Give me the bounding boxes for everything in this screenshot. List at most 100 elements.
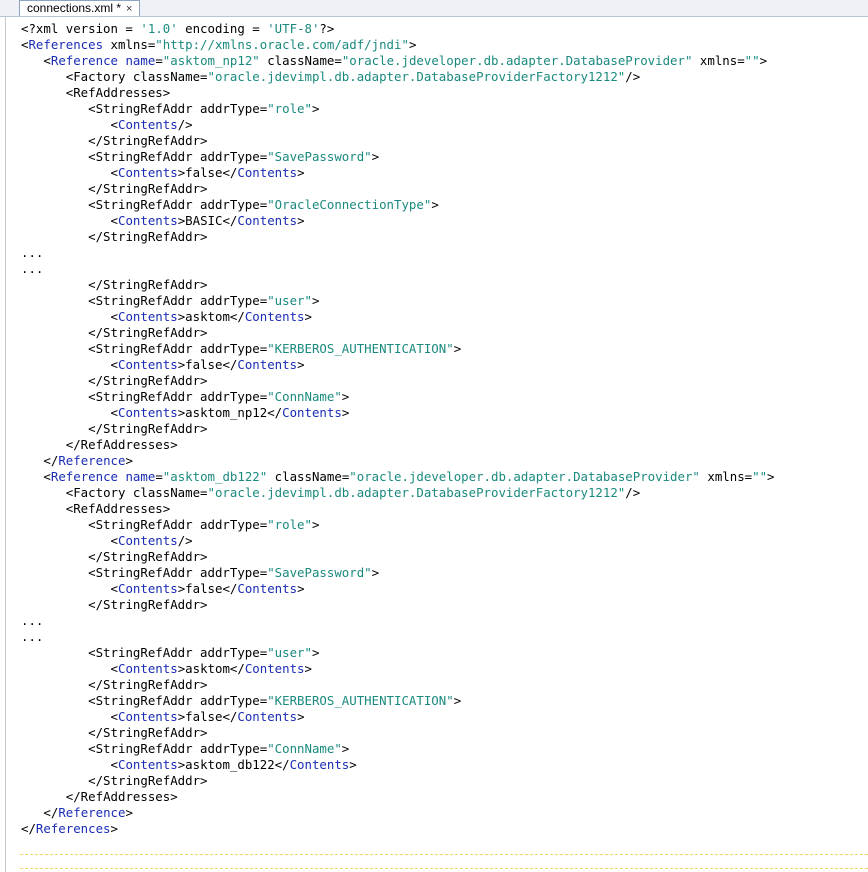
code-line: <Factory className="oracle.jdevimpl.db.a… [21,69,775,85]
xml-text: </StringRefAddr> [88,773,208,788]
xml-text: </RefAddresses> [65,437,178,452]
xml-text: </StringRefAddr> [88,181,208,196]
code-line: <StringRefAddr addrType="SavePassword"> [21,149,775,165]
xml-text: < [110,357,118,372]
xml-text: > [371,565,380,580]
xml-text: ... [21,261,44,276]
code-line: <Contents>false</Contents> [21,581,775,597]
code-line: <StringRefAddr addrType="SavePassword"> [21,565,775,581]
xml-text: < [110,757,118,772]
code-line: </StringRefAddr> [21,677,775,693]
xml-tag-name: Contents [118,357,178,372]
xml-text: </StringRefAddr> [88,597,208,612]
xml-text: > [311,517,320,532]
code-line: <StringRefAddr addrType="KERBEROS_AUTHEN… [21,693,775,709]
xml-text: < [110,661,118,676]
xml-text: </StringRefAddr> [88,421,208,436]
xml-tag-name: References [28,37,104,52]
xml-text: <?xml version = [21,21,141,36]
xml-attr-value: "http://xmlns.oracle.com/adf/jndi" [155,37,409,52]
xml-tag-name: References [35,821,111,836]
xml-text: xmlns= [699,469,753,484]
code-line: <Contents/> [21,117,775,133]
code-line: </StringRefAddr> [21,133,775,149]
xml-text: > [431,197,439,212]
xml-tag-name: Contents [118,709,178,724]
xml-attr-value: '1.0' [140,21,178,36]
code-line: <Contents/> [21,533,775,549]
xml-text: </StringRefAddr> [88,277,208,292]
xml-text: < [43,469,51,484]
code-line: <StringRefAddr addrType="ConnName"> [21,389,775,405]
xml-tag-name: Contents [237,213,298,228]
xml-text: < [110,709,118,724]
xml-text: > [297,709,305,724]
xml-text: > [341,389,350,404]
xml-text: <StringRefAddr addrType= [88,741,268,756]
xml-attr-value: "oracle.jdeveloper.db.adapter.DatabasePr… [341,53,693,68]
tab-connections-xml[interactable]: connections.xml * × [19,0,141,16]
code-editor[interactable]: <?xml version = '1.0' encoding = 'UTF-8'… [21,21,775,837]
xml-text: className= [259,53,342,68]
xml-tag-name: Contents [237,581,298,596]
xml-text: ... [21,613,44,628]
xml-attr-value: "SavePassword" [267,565,372,580]
xml-tag-name: Contents [237,357,298,372]
close-icon[interactable]: × [125,3,133,15]
code-line: <Contents>asktom_db122</Contents> [21,757,775,773]
xml-text: </ [43,805,59,820]
xml-attr-value: 'UTF-8' [267,21,320,36]
xml-text: > [759,53,768,68]
code-line: </StringRefAddr> [21,421,775,437]
xml-text: >false</ [177,165,238,180]
xml-text: <Factory className= [65,69,208,84]
xml-tag-name: Contents [237,165,298,180]
code-line: </StringRefAddr> [21,549,775,565]
xml-text: </StringRefAddr> [88,549,208,564]
xml-text: <StringRefAddr addrType= [88,517,268,532]
editor-tab-bar: connections.xml * × [0,0,868,17]
xml-text: < [110,213,118,228]
current-line-marker-top [20,854,868,855]
code-line: <Reference name="asktom_db122" className… [21,469,774,485]
xml-text: ?> [319,21,335,36]
code-line: <Reference name="asktom_np12" className=… [21,53,775,69]
code-line: ... [21,629,775,645]
code-line: <StringRefAddr addrType="user"> [21,293,775,309]
xml-tag-name: name [125,469,156,484]
code-line: <Factory className="oracle.jdevimpl.db.a… [21,485,775,501]
xml-text: >asktom</ [177,661,245,676]
code-line: </StringRefAddr> [21,277,775,293]
code-line: </StringRefAddr> [21,229,775,245]
xml-text: >false</ [177,709,238,724]
xml-tag-name: Contents [118,661,178,676]
code-line: <Contents>false</Contents> [21,165,775,181]
xml-attr-value: "ConnName" [267,389,342,404]
code-line: <StringRefAddr addrType="OracleConnectio… [21,197,775,213]
xml-text: > [341,741,350,756]
current-line-marker-bottom [20,868,868,869]
xml-text: <StringRefAddr addrType= [88,565,268,580]
xml-text: >false</ [177,357,238,372]
